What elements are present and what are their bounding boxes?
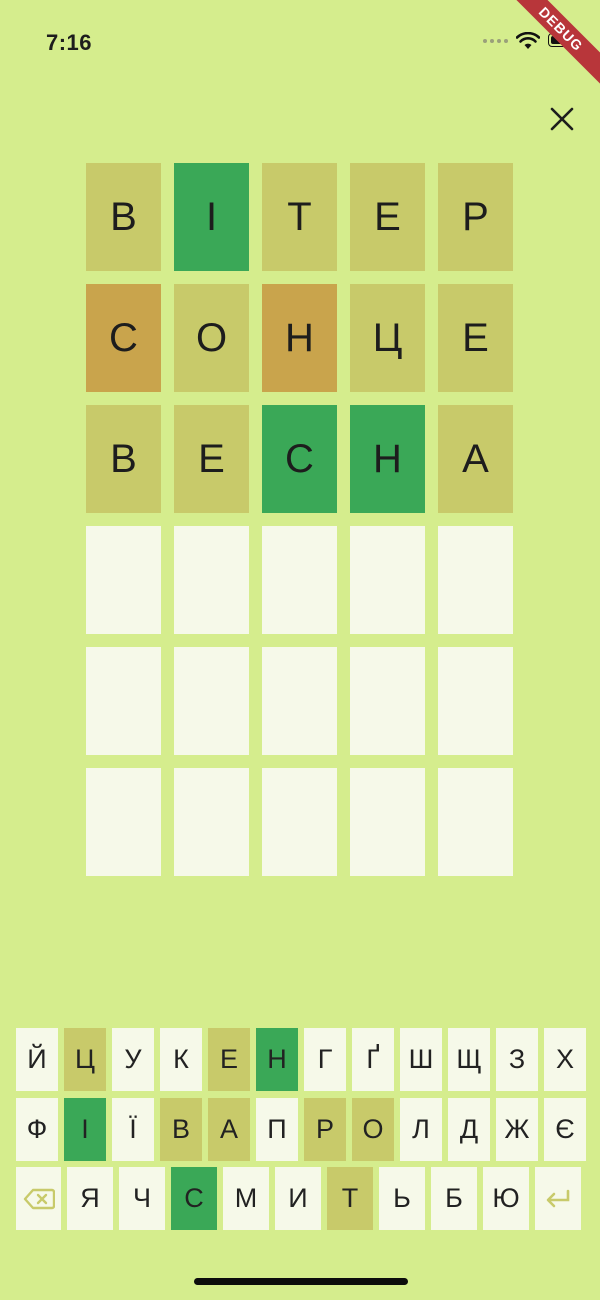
close-icon: [550, 107, 574, 131]
board-tile: [262, 526, 337, 634]
key-к[interactable]: К: [160, 1028, 202, 1091]
board-tile: Р: [438, 163, 513, 271]
board-tile: [174, 647, 249, 755]
keyboard-row-1: ЙЦУКЕНГҐШЩЗХ: [16, 1028, 586, 1091]
board-tile: [438, 526, 513, 634]
key-ц[interactable]: Ц: [64, 1028, 106, 1091]
board-tile: [350, 768, 425, 876]
board-tile: О: [174, 284, 249, 392]
board-tile: [86, 768, 161, 876]
board-tile: [262, 647, 337, 755]
status-time: 7:16: [46, 30, 93, 55]
board-tile: [86, 526, 161, 634]
board-row: [86, 768, 513, 876]
board-tile: [438, 768, 513, 876]
key-є[interactable]: Є: [544, 1098, 586, 1161]
board-row: [86, 526, 513, 634]
key-й[interactable]: Й: [16, 1028, 58, 1091]
board-row: СОНЦЕ: [86, 284, 513, 392]
key-ґ[interactable]: Ґ: [352, 1028, 394, 1091]
key-п[interactable]: П: [256, 1098, 298, 1161]
key-ч[interactable]: Ч: [119, 1167, 165, 1230]
keyboard-row-3: ЯЧСМИТЬБЮ: [16, 1167, 581, 1230]
board-row: [86, 647, 513, 755]
board-tile: [174, 768, 249, 876]
game-board: ВІТЕРСОНЦЕВЕСНА: [86, 163, 513, 889]
board-tile: Н: [262, 284, 337, 392]
key-р[interactable]: Р: [304, 1098, 346, 1161]
board-tile: Е: [350, 163, 425, 271]
board-tile: [262, 768, 337, 876]
board-tile: [350, 647, 425, 755]
board-tile: Е: [174, 405, 249, 513]
keyboard-row-2: ФІЇВАПРОЛДЖЄ: [16, 1098, 586, 1161]
board-tile: В: [86, 163, 161, 271]
board-tile: Ц: [350, 284, 425, 392]
board-tile: [350, 526, 425, 634]
key-ь[interactable]: Ь: [379, 1167, 425, 1230]
board-tile: Е: [438, 284, 513, 392]
key-щ[interactable]: Щ: [448, 1028, 490, 1091]
board-tile: І: [174, 163, 249, 271]
enter-icon: [546, 1189, 570, 1207]
board-tile: В: [86, 405, 161, 513]
key-г[interactable]: Г: [304, 1028, 346, 1091]
board-row: ВЕСНА: [86, 405, 513, 513]
signal-icon: [483, 39, 508, 43]
key-в[interactable]: В: [160, 1098, 202, 1161]
backspace-button[interactable]: [16, 1167, 61, 1230]
board-tile: [86, 647, 161, 755]
board-tile: С: [86, 284, 161, 392]
backspace-icon: [23, 1188, 55, 1209]
key-у[interactable]: У: [112, 1028, 154, 1091]
key-з[interactable]: З: [496, 1028, 538, 1091]
key-л[interactable]: Л: [400, 1098, 442, 1161]
key-е[interactable]: Е: [208, 1028, 250, 1091]
board-tile: С: [262, 405, 337, 513]
key-д[interactable]: Д: [448, 1098, 490, 1161]
key-о[interactable]: О: [352, 1098, 394, 1161]
enter-button[interactable]: [535, 1167, 581, 1230]
key-с[interactable]: С: [171, 1167, 217, 1230]
key-х[interactable]: Х: [544, 1028, 586, 1091]
wifi-icon: [516, 32, 540, 49]
key-н[interactable]: Н: [256, 1028, 298, 1091]
key-я[interactable]: Я: [67, 1167, 113, 1230]
board-tile: Н: [350, 405, 425, 513]
board-tile: Т: [262, 163, 337, 271]
board-tile: А: [438, 405, 513, 513]
key-а[interactable]: А: [208, 1098, 250, 1161]
close-button[interactable]: [546, 103, 578, 135]
key-ж[interactable]: Ж: [496, 1098, 538, 1161]
key-м[interactable]: М: [223, 1167, 269, 1230]
board-row: ВІТЕР: [86, 163, 513, 271]
key-т[interactable]: Т: [327, 1167, 373, 1230]
key-ю[interactable]: Ю: [483, 1167, 529, 1230]
home-indicator: [194, 1278, 408, 1285]
board-tile: [438, 647, 513, 755]
key-б[interactable]: Б: [431, 1167, 477, 1230]
key-ф[interactable]: Ф: [16, 1098, 58, 1161]
board-tile: [174, 526, 249, 634]
key-і[interactable]: І: [64, 1098, 106, 1161]
key-ї[interactable]: Ї: [112, 1098, 154, 1161]
key-и[interactable]: И: [275, 1167, 321, 1230]
key-ш[interactable]: Ш: [400, 1028, 442, 1091]
